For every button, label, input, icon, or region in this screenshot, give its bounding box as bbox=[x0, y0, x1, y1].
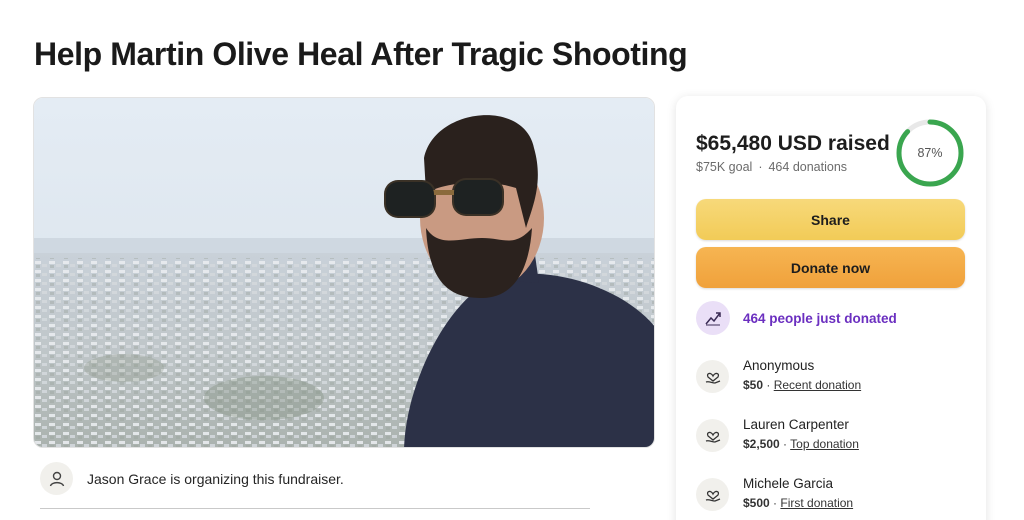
donation-count: 464 donations bbox=[768, 160, 848, 174]
donation-amount: $50 bbox=[743, 378, 764, 392]
organizer-text: Jason Grace is organizing this fundraise… bbox=[87, 470, 344, 487]
goal-text: $75K goal bbox=[696, 160, 753, 174]
trending-up-icon bbox=[696, 301, 730, 335]
progress-ring: 87% bbox=[895, 118, 965, 188]
first-donation-link[interactable]: First donation bbox=[780, 496, 853, 510]
donation-heart-icon bbox=[696, 360, 729, 393]
goal-meta: $75K goal · 464 donations bbox=[696, 160, 847, 174]
donation-separator: · bbox=[766, 378, 771, 392]
recent-donation-link[interactable]: Recent donation bbox=[774, 378, 861, 392]
donation-item: Lauren Carpenter $2,500 · Top donation bbox=[696, 417, 859, 452]
page-title: Help Martin Olive Heal After Tragic Shoo… bbox=[34, 36, 688, 72]
donation-amount: $2,500 bbox=[743, 437, 780, 451]
campaign-photo bbox=[33, 97, 655, 448]
meta-separator: · bbox=[758, 160, 763, 174]
donation-item: Michele Garcia $500 · First donation bbox=[696, 476, 853, 511]
donate-button[interactable]: Donate now bbox=[696, 247, 965, 288]
donation-separator: · bbox=[773, 496, 778, 510]
donor-name: Anonymous bbox=[743, 358, 815, 373]
donation-heart-icon bbox=[696, 419, 729, 452]
progress-percent: 87% bbox=[917, 146, 943, 160]
donation-card: $65,480 USD raised $75K goal · 464 donatio… bbox=[676, 96, 986, 520]
person-icon bbox=[40, 462, 73, 495]
donation-amount: $500 bbox=[743, 496, 770, 510]
donor-name: Michele Garcia bbox=[743, 476, 834, 491]
donation-separator: · bbox=[783, 437, 788, 451]
organizer-row: Jason Grace is organizing this fundraise… bbox=[40, 462, 344, 495]
donor-name: Lauren Carpenter bbox=[743, 417, 849, 432]
donation-heart-icon bbox=[696, 478, 729, 511]
donation-item: Anonymous $50 · Recent donation bbox=[696, 358, 861, 393]
top-donation-link[interactable]: Top donation bbox=[790, 437, 859, 451]
share-button[interactable]: Share bbox=[696, 199, 965, 240]
divider bbox=[40, 508, 590, 509]
amount-raised: $65,480 USD raised bbox=[696, 132, 890, 155]
recent-activity: 464 people just donated bbox=[696, 301, 897, 335]
recent-activity-text: 464 people just donated bbox=[743, 310, 897, 326]
